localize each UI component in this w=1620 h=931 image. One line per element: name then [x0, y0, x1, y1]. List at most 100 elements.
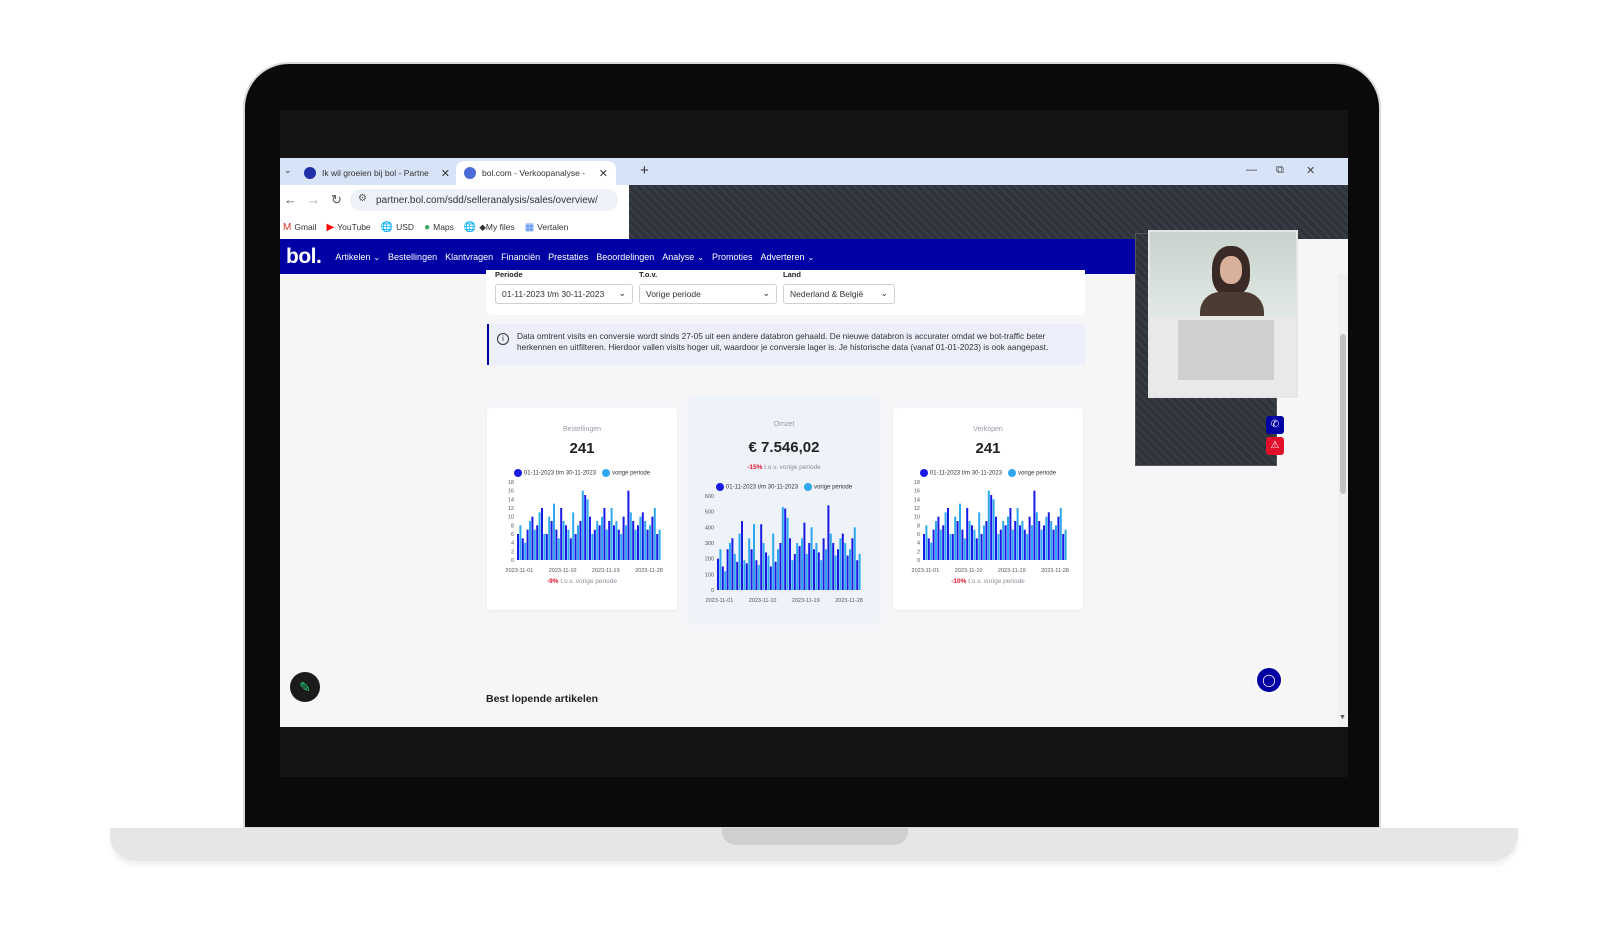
bar-previous	[601, 516, 603, 560]
bar-previous	[753, 524, 755, 590]
scroll-down-icon[interactable]: ▼	[1339, 714, 1346, 721]
bar-current	[846, 555, 849, 590]
bar-previous	[786, 517, 789, 590]
kpi-card-omzet[interactable]: Omzet € 7.546,02 -15% t.o.v. vorige peri…	[689, 396, 879, 622]
tov-select[interactable]: Vorige periode ⌄	[639, 284, 777, 304]
x-tick-label: 2023-11-19	[998, 568, 1026, 574]
bar-previous	[959, 503, 961, 560]
bar-current	[937, 516, 940, 560]
bar-current	[817, 552, 820, 590]
bar-previous	[844, 543, 847, 590]
nav-bestellingen[interactable]: Bestellingen	[388, 252, 437, 262]
minimize-icon[interactable]: —	[1246, 164, 1257, 176]
kpi-card-verkopen[interactable]: Verkopen 241 01-11-2023 t/m 30-11-2023 v…	[893, 408, 1083, 610]
bar-current	[990, 495, 993, 560]
y-tick-label: 2	[917, 549, 920, 555]
reload-icon[interactable]: ↻	[331, 192, 342, 208]
bookmark-vertalen[interactable]: ▦ Vertalen	[525, 222, 569, 233]
kpi-card-bestellingen[interactable]: Bestellingen 241 01-11-2023 t/m 30-11-20…	[487, 408, 677, 610]
bar-current	[589, 516, 591, 560]
bar-current	[774, 561, 777, 590]
tab-partner[interactable]: Ik wil groeien bij bol - Partnerp ✕	[296, 161, 458, 185]
bar-current	[1019, 525, 1021, 560]
bar-previous	[658, 529, 661, 560]
bar-current	[736, 561, 739, 590]
bar-previous	[810, 527, 813, 590]
legend-dot-previous	[1008, 469, 1017, 477]
chevron-down-icon: ⌄	[880, 288, 888, 298]
edit-pencil-icon[interactable]: ✎	[290, 672, 320, 702]
bar-previous	[1011, 529, 1014, 560]
bar-previous	[944, 512, 947, 560]
kpi-value: 241	[975, 440, 1001, 457]
nav-analyse[interactable]: Analyse ⌄	[662, 252, 704, 262]
y-tick-label: 300	[705, 541, 714, 547]
back-icon[interactable]: ←	[284, 192, 297, 207]
periode-select[interactable]: 01-11-2023 t/m 30-11-2023 ⌄	[495, 284, 633, 304]
bar-current	[579, 521, 582, 560]
bookmark-maps[interactable]: ● Maps	[424, 222, 454, 233]
nav-prestaties[interactable]: Prestaties	[548, 252, 588, 262]
forward-icon[interactable]: →	[307, 192, 320, 207]
bar-previous	[557, 538, 560, 560]
close-window-icon[interactable]: ✕	[1306, 164, 1315, 177]
x-tick-label: 2023-11-01	[506, 568, 534, 574]
bar-previous	[748, 538, 751, 590]
x-tick-label: 2023-11-10	[549, 568, 577, 574]
chevron-down-icon: ⌄	[618, 288, 626, 298]
bar-current	[832, 543, 835, 590]
nav-beoordelingen[interactable]: Beoordelingen	[596, 252, 654, 262]
globe-icon: 🌐	[380, 221, 394, 233]
kpi-delta: -15% t.o.v. vorige periode	[747, 464, 821, 471]
verkopen-chart: 0 2 4 6 8 10 12 14 16 18 2023-11-01 2023-11-10 2023-…	[912, 480, 1069, 574]
url-text: partner.bol.com/sdd/selleranalysis/sales…	[376, 194, 598, 206]
bookmark-usd[interactable]: 🌐 USD	[381, 222, 414, 233]
new-tab-icon[interactable]: +	[640, 162, 649, 179]
tab-verkoopanalyse[interactable]: bol.com - Verkoopanalyse - ov ✕	[456, 161, 616, 185]
y-tick-label: 14	[508, 497, 514, 503]
bar-previous	[1050, 521, 1053, 560]
bookmark-my-files[interactable]: 🌐 ◆My files	[464, 222, 515, 233]
gmail-icon: M	[283, 221, 292, 233]
nav-adverteren[interactable]: Adverteren ⌄	[761, 252, 815, 262]
nav-artikelen[interactable]: Artikelen ⌄	[335, 252, 380, 262]
legend-previous: vorige periode	[602, 469, 650, 477]
chart-legend: 01-11-2023 t/m 30-11-2023 vorige periode	[893, 469, 1083, 477]
y-tick-label: 18	[508, 480, 514, 486]
y-tick-label: 400	[705, 525, 714, 531]
bookmark-gmail[interactable]: M Gmail	[283, 222, 317, 233]
bookmark-youtube[interactable]: ▶ YouTube	[327, 222, 371, 233]
close-tab-icon[interactable]: ✕	[599, 167, 608, 180]
bar-current	[721, 566, 724, 590]
bar-previous	[724, 571, 727, 590]
nav-financien[interactable]: Financiën	[501, 252, 540, 262]
y-tick-label: 2	[511, 549, 514, 555]
y-tick-label: 100	[705, 572, 714, 578]
bar-previous	[644, 521, 647, 560]
bar-current	[569, 538, 572, 560]
phone-icon[interactable]: ✆	[1266, 416, 1284, 434]
nav-promoties[interactable]: Promoties	[712, 252, 753, 262]
nav-klantvragen[interactable]: Klantvragen	[445, 252, 493, 262]
blurred-patch	[1178, 320, 1274, 380]
bar-current	[779, 543, 782, 590]
bar-previous	[620, 534, 623, 560]
y-tick-label: 14	[914, 497, 920, 503]
address-bar[interactable]: ⚙ partner.bol.com/sdd/selleranalysis/sal…	[350, 189, 618, 211]
bol-logo[interactable]: bol.	[286, 245, 322, 269]
warning-icon[interactable]: ⚠	[1266, 437, 1284, 455]
tab-list-icon[interactable]: ⌄	[284, 165, 292, 176]
best-selling-heading: Best lopende artikelen	[486, 693, 599, 705]
land-select[interactable]: Nederland & België ⌄	[783, 284, 895, 304]
x-tick-label: 2023-11-28	[635, 568, 663, 574]
restore-icon[interactable]: ⧉	[1276, 164, 1284, 177]
chat-icon[interactable]: ◯	[1255, 666, 1283, 694]
close-tab-icon[interactable]: ✕	[441, 167, 450, 180]
bar-previous	[733, 553, 736, 590]
site-settings-icon[interactable]: ⚙	[358, 193, 367, 204]
scrollbar[interactable]: ▼	[1338, 274, 1348, 727]
chart-legend: 01-11-2023 t/m 30-11-2023 vorige periode	[689, 483, 879, 491]
bar-current	[837, 549, 839, 590]
scrollbar-thumb[interactable]	[1340, 334, 1346, 494]
bar-current	[646, 529, 649, 560]
